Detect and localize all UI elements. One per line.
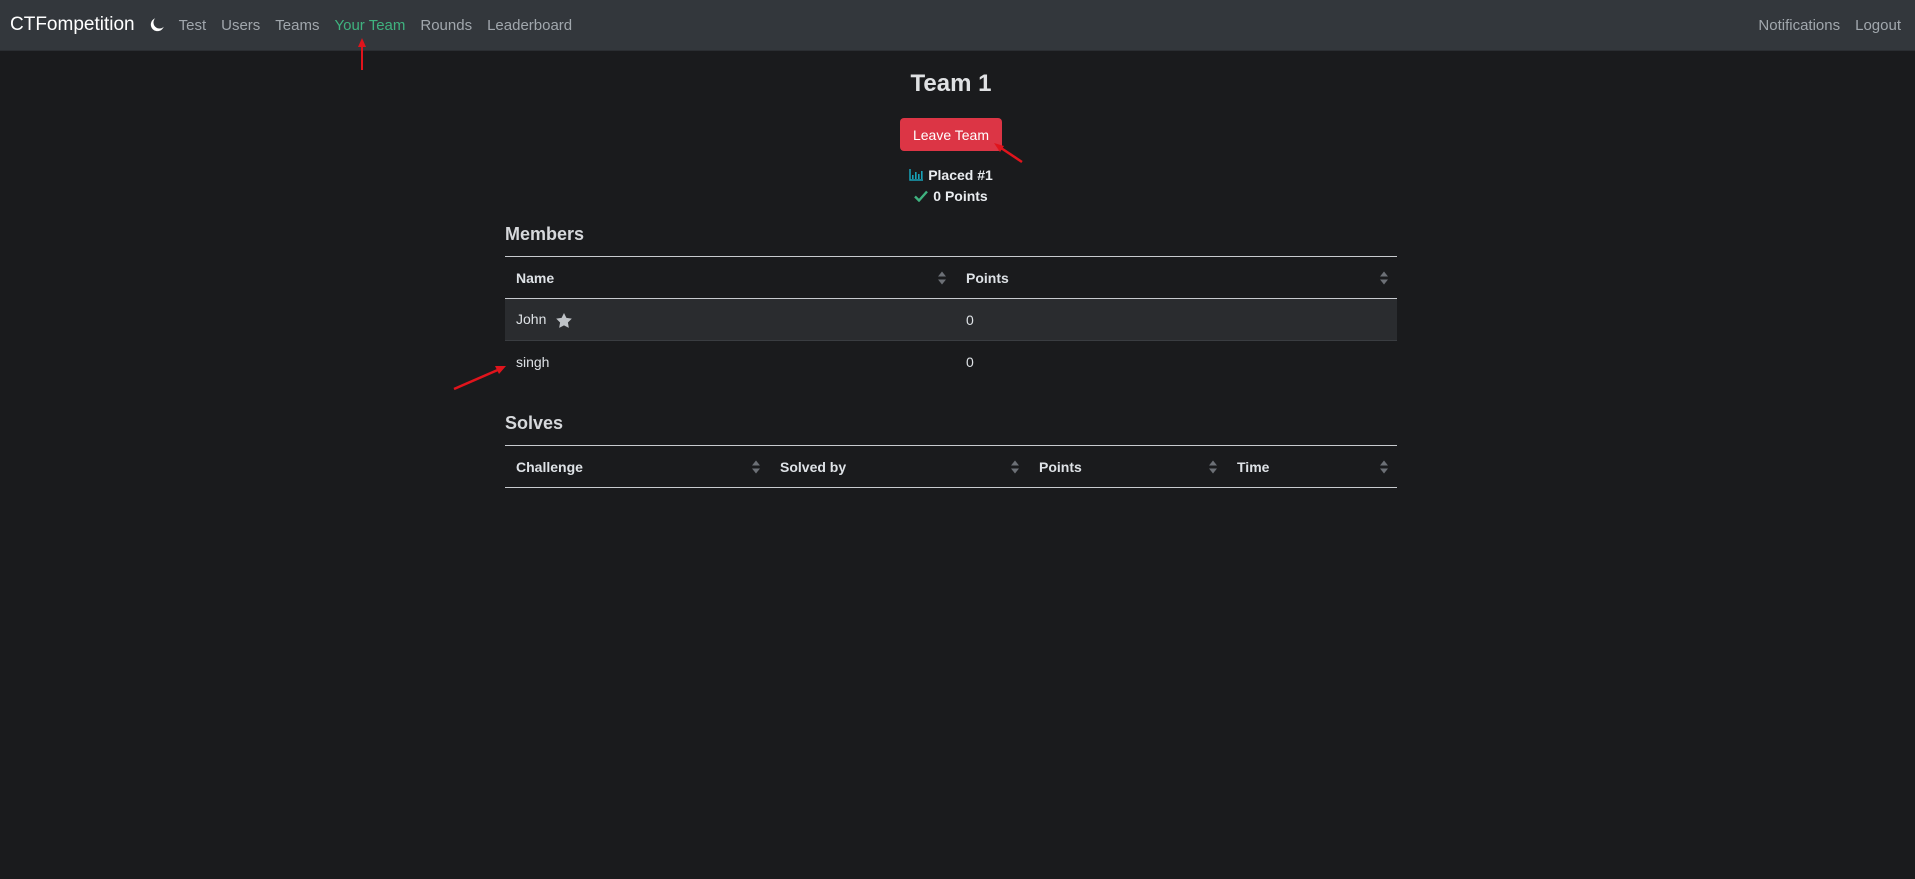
arrow-member — [453, 366, 506, 391]
nav-link-logout[interactable]: Logout — [1855, 17, 1901, 34]
solves-heading: Solves — [505, 413, 564, 433]
check-icon — [914, 190, 929, 202]
top-navbar: CTFompetition Test Users Teams Your Team… — [0, 0, 1915, 51]
column-header-points[interactable]: Points — [1028, 445, 1226, 488]
chart-icon — [909, 169, 924, 181]
table-row: singh 0 — [505, 341, 1397, 383]
sort-icon — [1380, 271, 1388, 284]
sort-icon — [1011, 460, 1019, 473]
page-title: Team 1 — [910, 70, 992, 97]
solves-table: Challenge Solved by Points Time — [505, 445, 1397, 488]
navbar-right: Notifications Logout — [1743, 17, 1915, 34]
nav-link-leaderboard[interactable]: Leaderboard — [487, 17, 572, 34]
column-header-challenge[interactable]: Challenge — [505, 445, 769, 488]
member-points-cell: 0 — [966, 353, 974, 370]
column-label: Challenge — [516, 458, 583, 475]
column-header-points[interactable]: Points — [955, 256, 1397, 299]
brand-logo[interactable]: CTFompetition — [10, 14, 135, 36]
sort-icon — [1209, 460, 1217, 473]
table-header-row: Challenge Solved by Points Time — [505, 445, 1397, 488]
sort-icon — [1380, 460, 1388, 473]
column-label: Points — [966, 269, 1009, 286]
nav-link-rounds[interactable]: Rounds — [420, 17, 472, 34]
moon-icon[interactable] — [149, 17, 165, 33]
column-label: Solved by — [780, 458, 847, 475]
placement-text: Placed #1 — [928, 167, 993, 183]
team-placement: Placed #1 — [505, 167, 1397, 183]
column-header-time[interactable]: Time — [1226, 445, 1397, 488]
column-label: Time — [1237, 458, 1270, 475]
member-name[interactable]: singh — [516, 354, 549, 370]
member-points-cell: 0 — [955, 298, 1397, 341]
leave-team-button[interactable]: Leave Team — [900, 118, 1002, 151]
nav-link-notifications[interactable]: Notifications — [1758, 17, 1840, 34]
nav-link-users[interactable]: Users — [221, 17, 260, 34]
members-heading: Members — [505, 224, 585, 244]
team-points: 0 Points — [505, 188, 1397, 204]
column-label: Points — [1039, 458, 1082, 475]
nav-link-your-team[interactable]: Your Team — [334, 17, 405, 34]
points-text: 0 Points — [933, 188, 988, 204]
star-icon — [556, 312, 573, 328]
sort-icon — [938, 271, 946, 284]
column-label: Name — [516, 269, 555, 286]
members-table: Name Points John 0 singh 0 — [505, 256, 1397, 382]
sort-icon — [752, 460, 760, 473]
column-header-solved-by[interactable]: Solved by — [769, 445, 1028, 488]
member-name[interactable]: John — [516, 311, 546, 327]
nav-link-teams[interactable]: Teams — [275, 17, 319, 34]
nav-link-test[interactable]: Test — [179, 17, 207, 34]
column-header-name[interactable]: Name — [505, 256, 955, 299]
table-row: John 0 — [505, 298, 1397, 341]
member-name-cell: singh — [505, 341, 955, 383]
table-header-row: Name Points — [505, 256, 1397, 299]
member-name-cell: John — [505, 298, 955, 341]
